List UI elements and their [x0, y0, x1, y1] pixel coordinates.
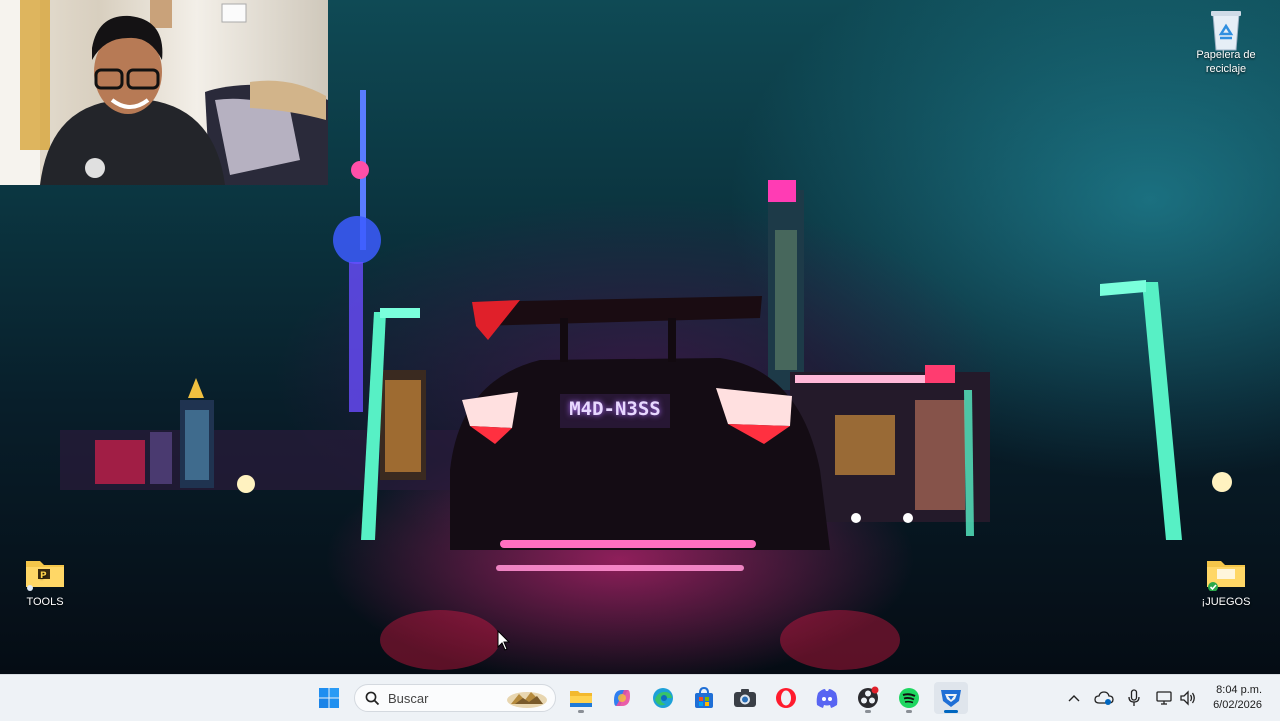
recycle-bin-label: Papelera de reciclaje — [1196, 49, 1256, 75]
chevron-up-icon — [1068, 695, 1080, 702]
clock[interactable]: 8:04 p.m. 6/02/2026 — [1213, 683, 1262, 713]
network-button[interactable] — [1154, 688, 1174, 708]
desktop-icon-recycle-bin[interactable]: Papelera de reciclaje — [1191, 8, 1261, 76]
webcam-overlay — [0, 0, 328, 185]
discord-button[interactable] — [810, 682, 844, 714]
running-indicator — [944, 710, 958, 713]
desktop[interactable]: M4D-N3SS Papelera de reciclaje P TOOLS ¡… — [0, 0, 1280, 674]
rocket-league-button[interactable] — [934, 682, 968, 714]
folder-icon — [1205, 555, 1247, 592]
speaker-icon — [1180, 690, 1195, 706]
cloud-icon — [1094, 691, 1114, 705]
camera-button[interactable] — [728, 682, 762, 714]
search-highlight-icon — [507, 692, 547, 708]
rocket-league-icon — [941, 690, 961, 707]
webcam-image — [0, 0, 328, 185]
start-button[interactable] — [312, 682, 346, 714]
search-icon — [365, 691, 380, 706]
camera-icon — [734, 689, 756, 707]
copilot-button[interactable] — [605, 682, 639, 714]
juegos-label: ¡JUEGOS — [1201, 596, 1251, 608]
show-hidden-icons-button[interactable] — [1064, 688, 1084, 708]
microphone-icon — [1128, 689, 1140, 706]
desktop-icon-tools[interactable]: P TOOLS — [10, 555, 80, 609]
file-explorer-button[interactable] — [564, 682, 598, 714]
discord-icon — [816, 689, 838, 708]
desktop-icon-juegos[interactable]: ¡JUEGOS — [1191, 555, 1261, 609]
microsoft-store-icon — [695, 687, 713, 708]
copilot-icon — [614, 690, 630, 706]
opera-icon — [776, 688, 796, 708]
tools-label: TOOLS — [26, 596, 64, 608]
obs-studio-icon — [858, 686, 879, 708]
folder-icon: P — [24, 555, 66, 591]
network-icon — [1156, 691, 1172, 705]
spotify-icon — [899, 688, 919, 708]
volume-button[interactable] — [1178, 688, 1198, 708]
spotify-button[interactable] — [892, 682, 926, 714]
microsoft-store-button[interactable] — [687, 682, 721, 714]
svg-text:P: P — [40, 571, 47, 581]
clock-time: 8:04 p.m. — [1216, 684, 1262, 696]
running-indicator — [578, 710, 584, 713]
running-indicator — [865, 710, 871, 713]
taskbar: Buscar 8:04 p.m. 6/02/2026 — [0, 674, 1280, 721]
edge-icon — [653, 688, 673, 708]
recycle-bin-icon — [1205, 8, 1247, 51]
mouse-cursor-icon — [497, 630, 511, 651]
edge-button[interactable] — [646, 682, 680, 714]
onedrive-button[interactable] — [1094, 688, 1114, 708]
running-indicator — [906, 710, 912, 713]
file-explorer-icon — [570, 691, 592, 707]
clock-date: 6/02/2026 — [1213, 699, 1262, 711]
microphone-button[interactable] — [1124, 688, 1144, 708]
license-plate-text: M4D-N3SS — [569, 398, 661, 420]
obs-studio-button[interactable] — [851, 682, 885, 714]
opera-button[interactable] — [769, 682, 803, 714]
search-box[interactable]: Buscar — [354, 684, 556, 712]
search-placeholder: Buscar — [388, 691, 429, 706]
windows-logo-icon — [319, 688, 339, 708]
